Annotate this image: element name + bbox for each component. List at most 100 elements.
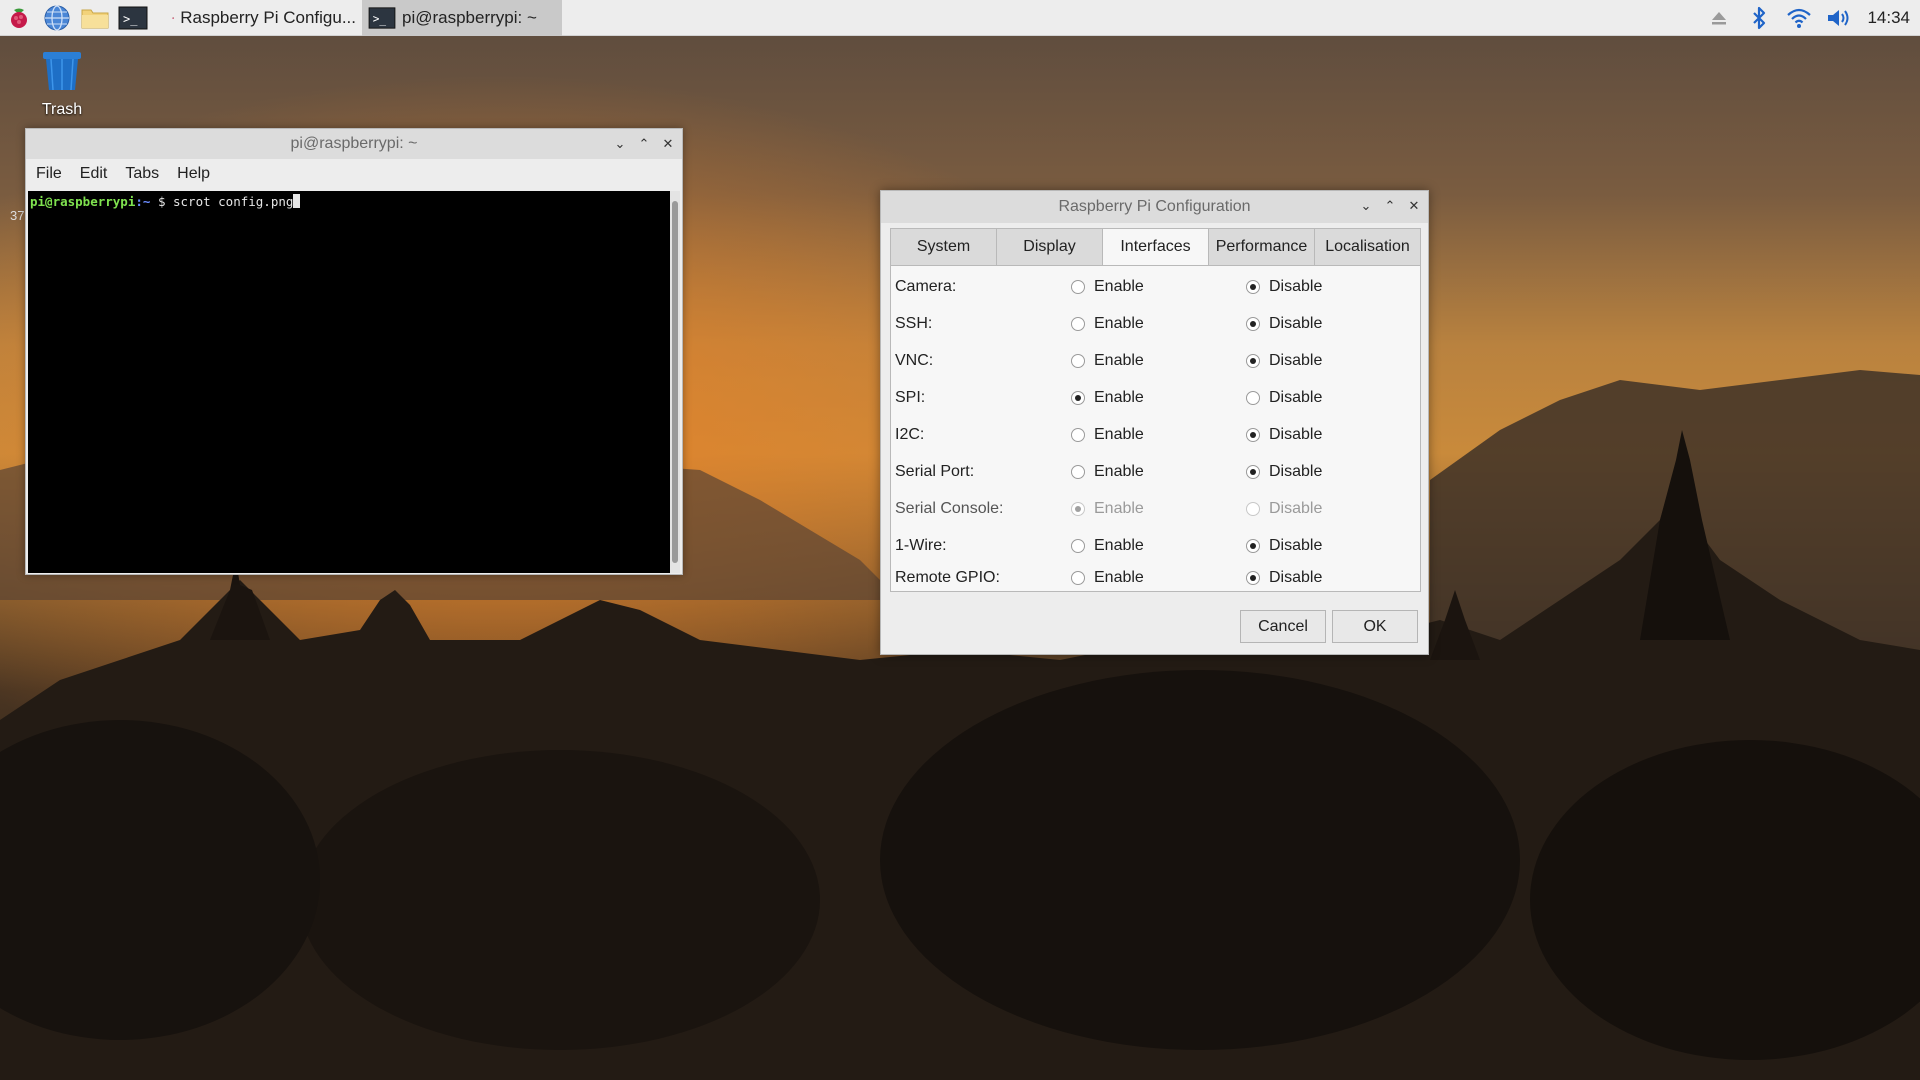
command-text: scrot config.png <box>173 194 294 209</box>
enable-label: Enable <box>1094 277 1144 295</box>
taskbar-task-terminal[interactable]: >_ pi@raspberrypi: ~ <box>362 0 562 36</box>
tab-display[interactable]: Display <box>996 228 1102 266</box>
disable-option[interactable]: Disable <box>1246 426 1322 444</box>
disable-radio[interactable] <box>1246 279 1260 294</box>
enable-option[interactable]: Enable <box>1071 537 1144 555</box>
menu-edit[interactable]: Edit <box>80 165 108 183</box>
enable-option[interactable]: Enable <box>1071 389 1144 407</box>
close-icon[interactable]: ✕ <box>1406 198 1422 214</box>
interface-row: 1-Wire: Enable Disable <box>891 527 1422 564</box>
terminal-scrollbar[interactable] <box>670 191 680 573</box>
system-tray: 14:34 <box>1701 0 1920 36</box>
config-titlebar[interactable]: Raspberry Pi Configuration ⌄ ⌃ ✕ <box>881 191 1428 223</box>
interface-row: SPI: Enable Disable <box>891 379 1422 416</box>
taskbar-task-config[interactable]: Raspberry Pi Configu... <box>166 0 362 36</box>
taskbar: >_ Raspberry Pi Configu... >_ pi@raspber… <box>0 0 1920 36</box>
interface-label: VNC: <box>895 351 934 369</box>
tab-performance[interactable]: Performance <box>1208 228 1314 266</box>
svg-text:>_: >_ <box>123 12 138 26</box>
prompt-path: :~ <box>135 194 151 209</box>
raspberry-icon <box>172 16 174 19</box>
close-icon[interactable]: ✕ <box>660 136 676 152</box>
maximize-icon[interactable]: ⌃ <box>1382 198 1398 214</box>
svg-text:>_: >_ <box>373 12 387 25</box>
enable-label: Enable <box>1094 351 1144 369</box>
interface-row: Serial Port: Enable Disable <box>891 453 1422 490</box>
bluetooth-icon[interactable] <box>1741 0 1777 36</box>
tab-system[interactable]: System <box>890 228 996 266</box>
cancel-button[interactable]: Cancel <box>1240 610 1326 643</box>
config-tabs: System Display Interfaces Performance Lo… <box>890 228 1421 266</box>
disable-radio <box>1246 501 1260 516</box>
disable-label: Disable <box>1269 569 1323 586</box>
terminal-output[interactable]: pi@raspberrypi:~ $ scrot config.png <box>28 191 670 573</box>
minimize-icon[interactable]: ⌄ <box>1358 198 1374 214</box>
disable-radio[interactable] <box>1246 571 1260 585</box>
disable-radio[interactable] <box>1246 538 1260 553</box>
enable-radio[interactable] <box>1071 279 1085 294</box>
menu-help[interactable]: Help <box>177 165 210 183</box>
disable-label: Disable <box>1269 536 1323 554</box>
web-browser-launcher[interactable] <box>38 0 76 36</box>
disable-radio[interactable] <box>1246 427 1260 442</box>
enable-radio[interactable] <box>1071 316 1085 331</box>
disable-label: Disable <box>1269 314 1323 332</box>
trash-label: Trash <box>41 101 83 118</box>
disable-radio[interactable] <box>1246 464 1260 479</box>
disable-label: Disable <box>1269 277 1323 295</box>
eject-icon[interactable] <box>1701 0 1737 36</box>
enable-radio[interactable] <box>1071 390 1085 405</box>
enable-option[interactable]: Enable <box>1071 278 1144 296</box>
maximize-icon[interactable]: ⌃ <box>636 136 652 152</box>
tab-interfaces[interactable]: Interfaces <box>1102 228 1208 266</box>
enable-option[interactable]: Enable <box>1071 352 1144 370</box>
menu-launcher[interactable] <box>0 0 38 36</box>
ok-button[interactable]: OK <box>1332 610 1418 643</box>
enable-radio[interactable] <box>1071 427 1085 442</box>
interface-label: 1-Wire: <box>895 536 947 554</box>
file-manager-launcher[interactable] <box>76 0 114 36</box>
disable-option[interactable]: Disable <box>1246 352 1322 370</box>
terminal-launcher[interactable]: >_ <box>114 0 152 36</box>
disable-option[interactable]: Disable <box>1246 537 1322 555</box>
clock[interactable]: 14:34 <box>1861 8 1910 28</box>
terminal-icon: >_ <box>118 6 148 29</box>
menu-tabs[interactable]: Tabs <box>125 165 159 183</box>
interface-label: Camera: <box>895 277 957 295</box>
enable-label: Enable <box>1094 462 1144 480</box>
enable-option[interactable]: Enable <box>1071 315 1144 333</box>
trash-icon <box>43 52 81 91</box>
disable-option[interactable]: Disable <box>1246 315 1322 333</box>
enable-label: Enable <box>1094 314 1144 332</box>
enable-radio[interactable] <box>1071 464 1085 479</box>
disable-option[interactable]: Disable <box>1246 389 1322 407</box>
enable-option[interactable]: Enable <box>1071 569 1144 587</box>
enable-option[interactable]: Enable <box>1071 463 1144 481</box>
disable-option[interactable]: Disable <box>1246 569 1322 587</box>
disable-option[interactable]: Disable <box>1246 463 1322 481</box>
folder-icon <box>81 9 109 28</box>
disable-radio[interactable] <box>1246 390 1260 405</box>
interface-row: SSH: Enable Disable <box>891 305 1422 342</box>
disable-radio[interactable] <box>1246 353 1260 368</box>
terminal-titlebar[interactable]: pi@raspberrypi: ~ ⌄ ⌃ ✕ <box>26 129 682 159</box>
volume-icon[interactable] <box>1821 0 1857 36</box>
disable-radio[interactable] <box>1246 316 1260 331</box>
trash-desktop-icon[interactable]: Trash <box>32 48 92 119</box>
tab-localisation[interactable]: Localisation <box>1314 228 1421 266</box>
enable-radio[interactable] <box>1071 571 1085 585</box>
disable-option[interactable]: Disable <box>1246 278 1322 296</box>
globe-icon <box>44 4 70 31</box>
minimize-icon[interactable]: ⌄ <box>612 136 628 152</box>
interface-row: VNC: Enable Disable <box>891 342 1422 379</box>
wifi-icon[interactable] <box>1781 0 1817 36</box>
raspberry-icon <box>11 8 27 28</box>
enable-option[interactable]: Enable <box>1071 426 1144 444</box>
enable-label: Enable <box>1094 425 1144 443</box>
interface-label: Remote GPIO: <box>895 569 1000 586</box>
menu-file[interactable]: File <box>36 165 62 183</box>
scrollbar-thumb[interactable] <box>672 201 678 563</box>
enable-radio[interactable] <box>1071 353 1085 368</box>
enable-radio[interactable] <box>1071 538 1085 553</box>
enable-label: Enable <box>1094 536 1144 554</box>
